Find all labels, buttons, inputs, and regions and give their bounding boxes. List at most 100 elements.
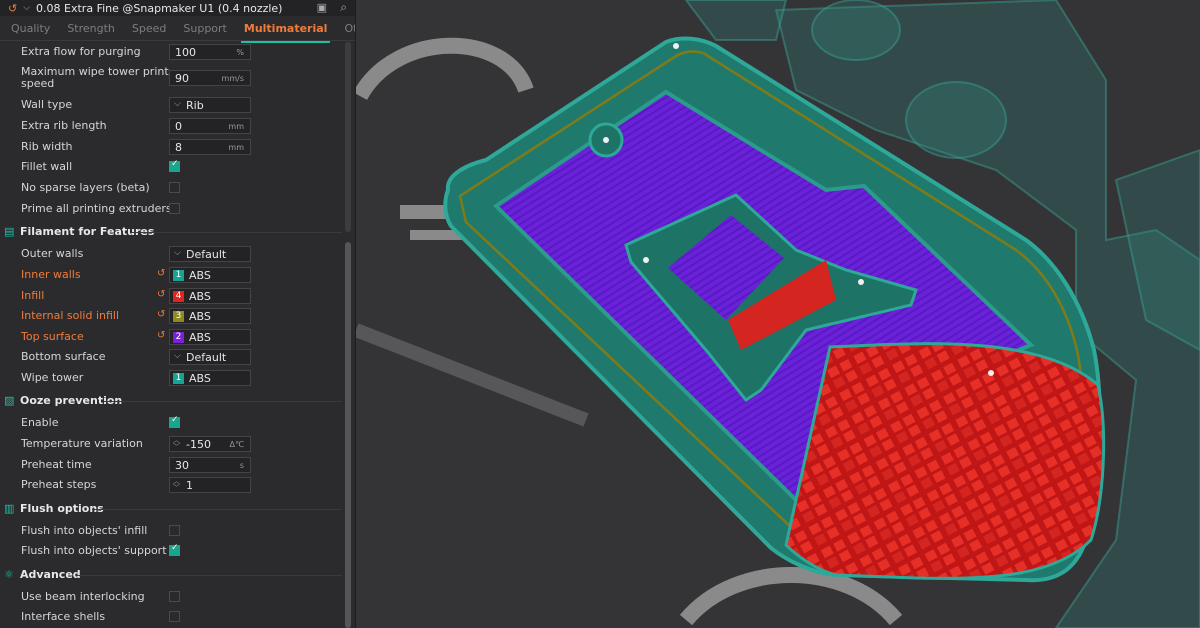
section-ooze-prevention: ▧ Ooze prevention — [0, 394, 342, 408]
filament-icon: ▤ — [4, 225, 15, 238]
flush-support-checkbox[interactable] — [169, 543, 180, 556]
setting-row: Rib width 8 mm — [0, 139, 342, 155]
setting-label: Flush into objects' infill — [21, 524, 148, 537]
setting-label: Internal solid infill — [21, 309, 120, 322]
section-filament-features: ▤ Filament for Features — [0, 225, 342, 239]
setting-label: Preheat steps — [21, 478, 97, 491]
prime-extruders-checkbox[interactable] — [169, 203, 180, 214]
setting-label: Extra flow for purging — [21, 45, 141, 58]
setting-row: Extra flow for purging 100% — [0, 44, 342, 60]
setting-row: Interface shells — [0, 610, 342, 624]
preset-bar[interactable]: ↺ ⌵ 0.08 Extra Fine @Snapmaker U1 (0.4 n… — [0, 0, 355, 16]
setting-label: Top surface — [21, 330, 84, 343]
settings-tabs: Quality Strength Speed Support Multimate… — [0, 18, 355, 43]
preheat-steps-stepper[interactable]: ︿ ﹀ 1 — [169, 477, 251, 493]
tab-multimaterial[interactable]: Multimaterial — [240, 18, 331, 43]
setting-label: Use beam interlocking — [21, 590, 145, 603]
setting-label: Wipe tower — [21, 371, 84, 384]
setting-label: Inner walls — [21, 268, 81, 281]
reset-icon[interactable]: ↺ — [157, 309, 165, 320]
setting-label: Bottom surface — [21, 350, 106, 363]
setting-label: Wall type — [21, 98, 73, 111]
chevron-down-icon: ⌵ — [174, 99, 181, 109]
rib-width-input[interactable]: 8 mm — [169, 139, 251, 155]
setting-row: Bottom surface ⌵ Default — [0, 349, 342, 365]
ooze-icon: ▧ — [4, 394, 15, 407]
setting-row: No sparse layers (beta) — [0, 181, 342, 195]
stepper-arrows-icon: ︿ ﹀ — [173, 477, 180, 492]
chevron-down-icon: ⌵ — [174, 248, 181, 258]
setting-label: Infill — [21, 289, 45, 302]
setting-row: Preheat steps ︿ ﹀ 1 — [0, 477, 342, 493]
setting-row: Enable — [0, 415, 342, 430]
reset-icon[interactable]: ↺ — [157, 289, 165, 300]
flush-icon: ▥ — [4, 502, 15, 515]
temperature-variation-stepper[interactable]: ︿ ﹀ -150 Δ℃ — [169, 436, 251, 452]
extra-flow-input[interactable]: 100% — [169, 44, 251, 60]
3d-preview-viewport[interactable] — [356, 0, 1200, 628]
setting-label: Fillet wall — [21, 160, 73, 173]
setting-row: Wipe tower 1 ABS — [0, 370, 342, 386]
top-surface-select[interactable]: 2 ABS — [169, 329, 251, 345]
tab-support[interactable]: Support — [183, 18, 226, 40]
tab-others[interactable]: Others — [344, 18, 355, 40]
setting-row: Fillet wall — [0, 159, 342, 174]
section-advanced: ⚛ Advanced — [0, 568, 342, 582]
setting-row: Top surface ↺ 2 ABS — [0, 329, 342, 345]
undo-icon[interactable]: ↺ — [8, 2, 17, 15]
wipe-tower-speed-input[interactable]: 90 mm/s — [169, 70, 251, 86]
setting-row: Outer walls ⌵ Default — [0, 246, 342, 262]
setting-row: Preheat time 30 s — [0, 457, 342, 473]
atom-icon: ⚛ — [4, 568, 14, 581]
flush-infill-checkbox[interactable] — [169, 525, 180, 536]
setting-label: Extra rib length — [21, 119, 107, 132]
setting-label: Flush into objects' support — [21, 544, 167, 557]
chevron-down-icon[interactable]: ⌵ — [23, 3, 30, 13]
setting-label: Prime all printing extruders — [21, 202, 172, 215]
preset-name[interactable]: 0.08 Extra Fine @Snapmaker U1 (0.4 nozzl… — [36, 2, 282, 15]
interface-shells-checkbox[interactable] — [169, 611, 180, 622]
setting-label: Temperature variation — [21, 437, 143, 450]
setting-row: Infill ↺ 4 ABS — [0, 288, 342, 304]
outer-walls-select[interactable]: ⌵ Default — [169, 246, 251, 262]
preheat-time-input[interactable]: 30 s — [169, 457, 251, 473]
setting-row: Temperature variation ︿ ﹀ -150 Δ℃ — [0, 436, 342, 452]
search-icon[interactable]: ⌕ — [340, 0, 347, 15]
wall-type-select[interactable]: ⌵ Rib — [169, 97, 251, 113]
settings-scrollbar[interactable] — [344, 42, 352, 628]
extra-rib-length-input[interactable]: 0 mm — [169, 118, 251, 134]
chevron-down-icon: ⌵ — [174, 351, 181, 361]
setting-row: Use beam interlocking — [0, 590, 342, 604]
setting-label: Enable — [21, 416, 59, 429]
setting-label: Outer walls — [21, 247, 84, 260]
wipe-tower-filament-select[interactable]: 1 ABS — [169, 370, 251, 386]
section-flush-options: ▥ Flush options — [0, 502, 342, 516]
reset-icon[interactable]: ↺ — [157, 268, 165, 279]
stepper-arrows-icon: ︿ ﹀ — [173, 436, 180, 451]
setting-label: Interface shells — [21, 610, 106, 623]
setting-row: Extra rib length 0 mm — [0, 118, 342, 134]
setting-row: Internal solid infill ↺ 3 ABS — [0, 308, 342, 324]
bottom-surface-select[interactable]: ⌵ Default — [169, 349, 251, 365]
infill-select[interactable]: 4 ABS — [169, 288, 251, 304]
setting-row: Prime all printing extruders — [0, 202, 342, 216]
setting-label: Maximum wipe tower print speed — [21, 65, 169, 90]
setting-label: No sparse layers (beta) — [21, 181, 150, 194]
reset-icon[interactable]: ↺ — [157, 330, 165, 341]
inner-walls-select[interactable]: 1 ABS — [169, 267, 251, 283]
setting-row: Inner walls ↺ 1 ABS — [0, 267, 342, 283]
setting-label: Preheat time — [21, 458, 92, 471]
beam-interlocking-checkbox[interactable] — [169, 591, 180, 602]
ooze-enable-checkbox[interactable] — [169, 415, 180, 428]
save-icon[interactable]: ▣ — [317, 1, 327, 14]
setting-label: Rib width — [21, 140, 73, 153]
tab-strength[interactable]: Strength — [67, 18, 115, 40]
tab-speed[interactable]: Speed — [132, 18, 166, 40]
tab-quality[interactable]: Quality — [11, 18, 50, 40]
scrollbar-thumb[interactable] — [345, 242, 351, 628]
internal-solid-infill-select[interactable]: 3 ABS — [169, 308, 251, 324]
setting-row: Flush into objects' infill — [0, 524, 342, 538]
setting-row: Maximum wipe tower print speed 90 mm/s — [0, 66, 342, 92]
fillet-wall-checkbox[interactable] — [169, 159, 180, 172]
no-sparse-layers-checkbox[interactable] — [169, 182, 180, 193]
